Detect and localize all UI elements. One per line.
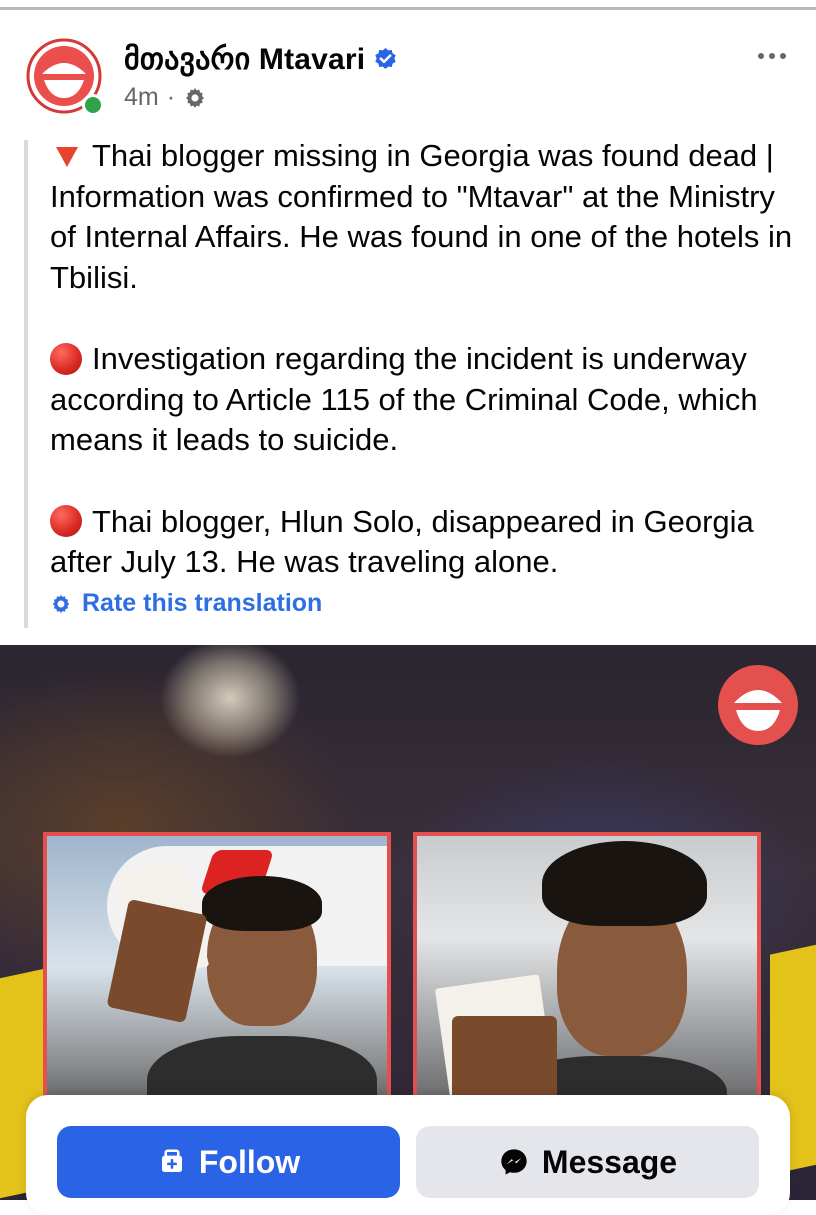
meta-separator: · (166, 83, 176, 111)
messenger-icon (501, 1149, 527, 1175)
page-name-text[interactable]: მთავარი Mtavari (124, 42, 365, 77)
photo-frame-right (413, 832, 761, 1132)
page-action-bar: Follow Message (26, 1095, 790, 1215)
paragraph-text: Thai blogger, Hlun Solo, disappeared in … (50, 503, 754, 580)
message-label: Message (541, 1143, 678, 1180)
more-dot (769, 53, 775, 59)
person-hair (202, 876, 322, 931)
paragraph-text: Investigation regarding the incident is … (50, 341, 758, 457)
message-button[interactable]: Message (416, 1126, 759, 1198)
red-circle-icon (50, 505, 82, 538)
red-triangle-icon (56, 146, 78, 167)
post-meta: 4m · (124, 83, 207, 112)
online-status-dot (82, 94, 104, 116)
more-dots-icon (758, 53, 764, 59)
top-divider (0, 0, 816, 10)
post-time[interactable]: 4m (124, 83, 159, 112)
post-paragraph: Investigation regarding the incident is … (50, 339, 800, 461)
red-circle-icon (50, 342, 82, 375)
rate-translation-label: Rate this translation (82, 589, 323, 617)
follow-icon (161, 1149, 182, 1172)
mtavari-logo (718, 665, 798, 745)
photo-frame-left (43, 832, 391, 1132)
page-name[interactable]: მთავარი Mtavari (124, 42, 398, 77)
translation-quote-bar (24, 140, 28, 628)
paragraph-text: Thai blogger missing in Georgia was foun… (50, 138, 793, 295)
rate-translation-link[interactable]: Rate this translation (50, 589, 322, 618)
gear-icon (52, 594, 70, 613)
follow-button[interactable]: Follow (57, 1126, 400, 1198)
more-dot (780, 53, 786, 59)
gear-icon[interactable] (183, 86, 207, 110)
passport (452, 1016, 557, 1106)
post-body: Thai blogger missing in Georgia was foun… (50, 136, 800, 583)
person-hair (542, 841, 707, 926)
follow-label: Follow (198, 1143, 301, 1180)
post-paragraph: Thai blogger, Hlun Solo, disappeared in … (50, 502, 800, 583)
post-paragraph: Thai blogger missing in Georgia was foun… (50, 136, 800, 298)
verified-badge-icon (375, 48, 397, 69)
more-options-button[interactable] (752, 44, 792, 68)
